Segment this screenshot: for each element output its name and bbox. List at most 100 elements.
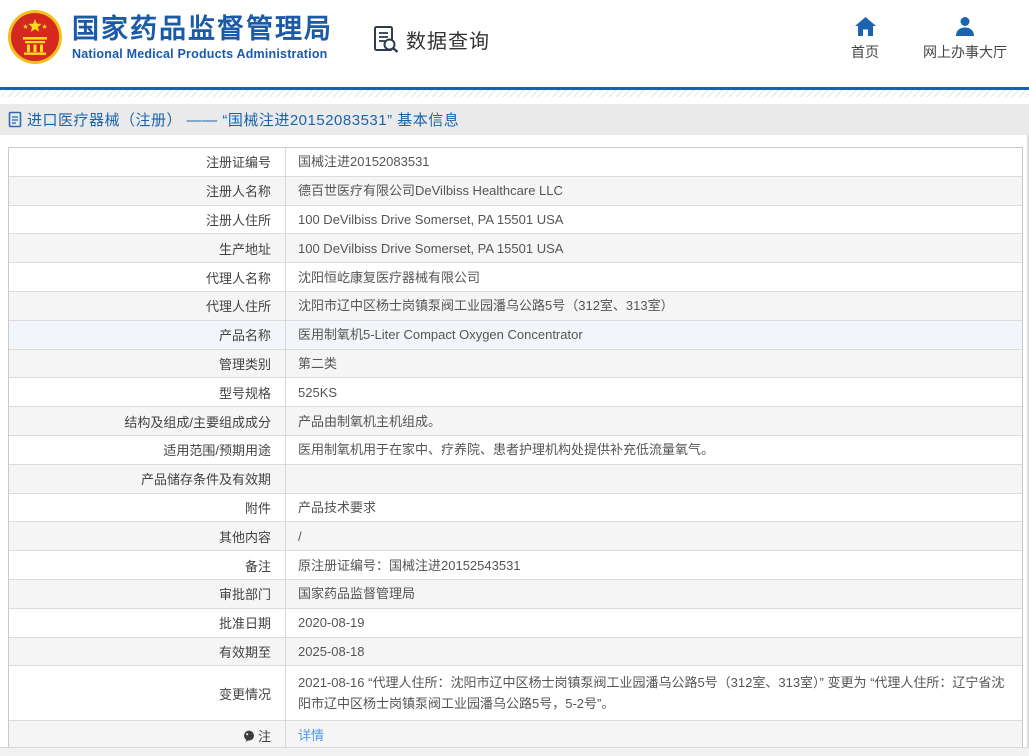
row-value: 2020-08-19 (286, 609, 1022, 637)
header-nav: 首页 网上办事大厅 (851, 16, 1007, 62)
data-query-label: 数据查询 (406, 25, 490, 54)
row-label: 产品名称 (9, 321, 286, 349)
table-row: 审批部门国家药品监督管理局 (9, 580, 1022, 609)
table-row: 注册人住所 100 DeVilbiss Drive Somerset, PA 15… (9, 206, 1022, 235)
row-label-text: 生产地址 (219, 239, 271, 258)
row-label-text: 产品储存条件及有效期 (141, 469, 271, 488)
table-row: 备注原注册证编号：国械注进20152543531 (9, 551, 1022, 580)
table-row: 变更情况 2021-08-16 “代理人住所：沈阳市辽中区杨士岗镇泵阀工业园潘乌公… (9, 666, 1022, 721)
table-row: 注册证编号国械注进20152083531 (9, 148, 1022, 177)
row-value: 原注册证编号：国械注进20152543531 (286, 551, 1022, 579)
row-label-text: 备注 (245, 556, 271, 575)
row-label: 其他内容 (9, 522, 286, 550)
nav-online-hall-label: 网上办事大厅 (923, 42, 1007, 62)
row-label: 生产地址 (9, 234, 286, 262)
row-label-text: 批准日期 (219, 613, 271, 632)
breadcrumb-bar: 进口医疗器械（注册） —— “国械注进20152083531” 基本信息 (0, 104, 1029, 135)
table-row: 批准日期 2020-08-19 (9, 609, 1022, 638)
row-label: 产品储存条件及有效期 (9, 465, 286, 493)
row-label-text: 有效期至 (219, 642, 271, 661)
row-value (286, 465, 1022, 493)
org-title-block: 国家药品监督管理局 National Medical Products Admi… (72, 14, 333, 61)
row-value: 国家药品监督管理局 (286, 580, 1022, 608)
row-value: 2021-08-16 “代理人住所：沈阳市辽中区杨士岗镇泵阀工业园潘乌公路5号（… (286, 666, 1022, 720)
table-row: 产品名称医用制氧机5-Liter Compact Oxygen Concentr… (9, 321, 1022, 350)
page-header: 国家药品监督管理局 National Medical Products Admi… (0, 0, 1029, 87)
row-label-text: 代理人住所 (206, 296, 271, 315)
table-row: 结构及组成/主要组成成分产品由制氧机主机组成。 (9, 407, 1022, 436)
row-label-text: 管理类别 (219, 354, 271, 373)
row-label-text: 变更情况 (219, 684, 271, 703)
row-label-text: 型号规格 (219, 383, 271, 402)
document-icon (8, 111, 22, 128)
row-label-text: 结构及组成/主要组成成分 (124, 412, 271, 431)
row-label: 结构及组成/主要组成成分 (9, 407, 286, 435)
table-row: 适用范围/预期用途医用制氧机用于在家中、疗养院、患者护理机构处提供补充低流量氧气… (9, 436, 1022, 465)
hatched-divider-band (0, 90, 1029, 97)
table-row: 有效期至 2025-08-18 (9, 638, 1022, 667)
row-label-text: 注册人名称 (206, 181, 271, 200)
table-row: 注册人名称德百世医疗有限公司DeVilbiss Healthcare LLC (9, 177, 1022, 206)
nav-home-label: 首页 (851, 42, 879, 62)
row-label: 管理类别 (9, 350, 286, 378)
row-label-text: 其他内容 (219, 527, 271, 546)
table-row: 其他内容 / (9, 522, 1022, 551)
row-value: 产品技术要求 (286, 494, 1022, 522)
table-row: 附件产品技术要求 (9, 494, 1022, 523)
table-row: 代理人名称沈阳恒屹康复医疗器械有限公司 (9, 263, 1022, 292)
table-row: 代理人住所沈阳市辽中区杨士岗镇泵阀工业园潘乌公路5号（312室、313室） (9, 292, 1022, 321)
table-row: 生产地址 100 DeVilbiss Drive Somerset, PA 155… (9, 234, 1022, 263)
row-label-text: 代理人名称 (206, 268, 271, 287)
row-label-text: 适用范围/预期用途 (163, 440, 271, 459)
breadcrumb: 进口医疗器械（注册） —— “国械注进20152083531” 基本信息 (27, 109, 459, 130)
row-label: 变更情况 (9, 666, 286, 720)
row-label-text: 产品名称 (219, 325, 271, 344)
nav-home[interactable]: 首页 (851, 16, 879, 62)
footer-strip (0, 747, 1029, 756)
row-value: 100 DeVilbiss Drive Somerset, PA 15501 U… (286, 206, 1022, 234)
row-value: 525KS (286, 378, 1022, 406)
row-label: 批准日期 (9, 609, 286, 637)
row-value: 国械注进20152083531 (286, 148, 1022, 176)
row-label-text: 注册证编号 (206, 152, 271, 171)
row-value: 沈阳市辽中区杨士岗镇泵阀工业园潘乌公路5号（312室、313室） (286, 292, 1022, 320)
row-label: 代理人住所 (9, 292, 286, 320)
table-row: 型号规格 525KS (9, 378, 1022, 407)
user-icon (954, 16, 976, 37)
row-label: 注册人名称 (9, 177, 286, 205)
row-label: 注册证编号 (9, 148, 286, 176)
row-value: / (286, 522, 1022, 550)
row-label: 注 (9, 721, 286, 749)
table-row: 产品储存条件及有效期 (9, 465, 1022, 494)
row-value: 详情 (286, 721, 1022, 749)
row-label-text: 注 (258, 726, 271, 745)
row-label: 有效期至 (9, 638, 286, 666)
table-row: 注 详情 (9, 721, 1022, 750)
data-query-icon (371, 24, 401, 54)
row-label: 适用范围/预期用途 (9, 436, 286, 464)
row-label-text: 注册人住所 (206, 210, 271, 229)
row-value: 第二类 (286, 350, 1022, 378)
row-value: 产品由制氧机主机组成。 (286, 407, 1022, 435)
row-label: 注册人住所 (9, 206, 286, 234)
note-icon (243, 730, 255, 742)
detail-link[interactable]: 详情 (298, 725, 324, 746)
national-emblem-logo (8, 10, 62, 64)
row-label: 审批部门 (9, 580, 286, 608)
row-label-text: 审批部门 (219, 584, 271, 603)
row-value: 沈阳恒屹康复医疗器械有限公司 (286, 263, 1022, 291)
row-value: 医用制氧机用于在家中、疗养院、患者护理机构处提供补充低流量氧气。 (286, 436, 1022, 464)
org-name-cn: 国家药品监督管理局 (72, 14, 333, 44)
row-value: 德百世医疗有限公司DeVilbiss Healthcare LLC (286, 177, 1022, 205)
row-value: 2025-08-18 (286, 638, 1022, 666)
row-label: 备注 (9, 551, 286, 579)
registration-detail-table: 注册证编号国械注进20152083531注册人名称德百世医疗有限公司DeVilb… (8, 147, 1023, 750)
data-query-tab[interactable]: 数据查询 (371, 24, 490, 54)
nav-online-hall[interactable]: 网上办事大厅 (923, 16, 1007, 62)
row-value: 100 DeVilbiss Drive Somerset, PA 15501 U… (286, 234, 1022, 262)
org-name-en: National Medical Products Administration (72, 47, 333, 61)
row-value: 医用制氧机5-Liter Compact Oxygen Concentrator (286, 321, 1022, 349)
table-row: 管理类别第二类 (9, 350, 1022, 379)
row-label: 型号规格 (9, 378, 286, 406)
row-label: 附件 (9, 494, 286, 522)
